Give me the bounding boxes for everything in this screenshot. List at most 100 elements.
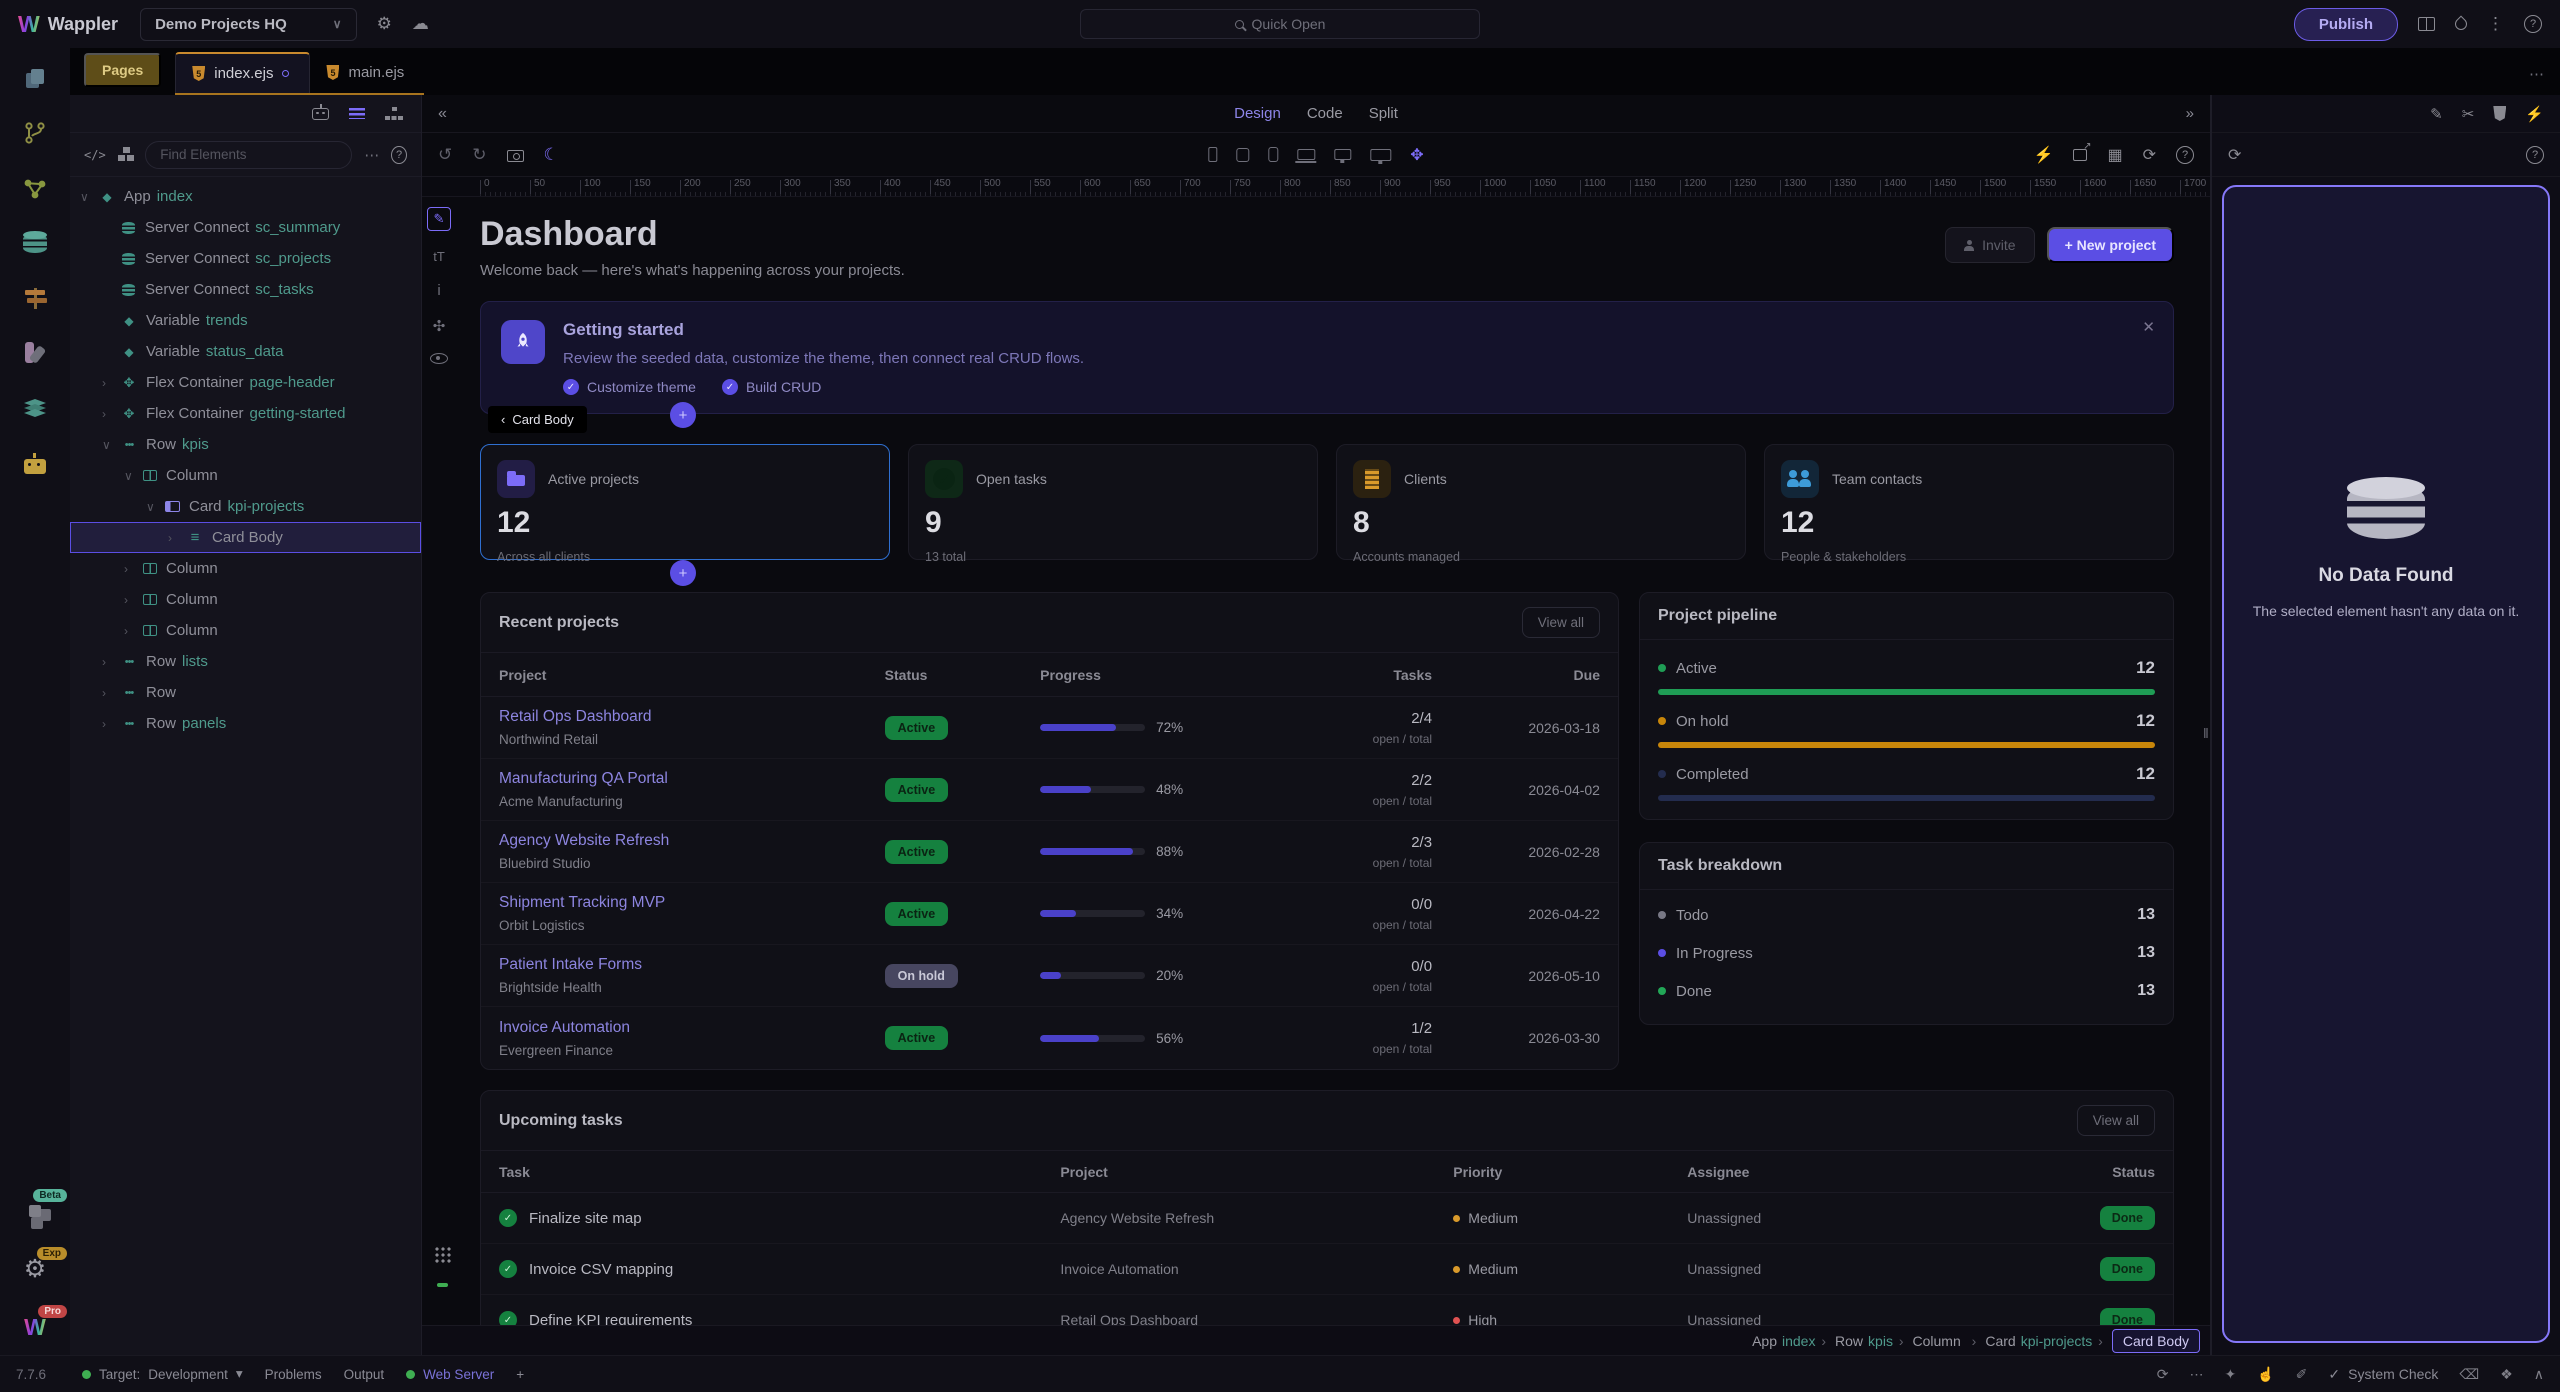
- add-element-button[interactable]: +: [670, 560, 696, 586]
- expander-icon[interactable]: ›: [124, 562, 141, 576]
- visibility-tool-icon[interactable]: [430, 353, 448, 364]
- table-row[interactable]: Invoice Automation Evergreen Finance Act…: [481, 1007, 1618, 1069]
- breadcrumb-item[interactable]: Column: [1913, 1333, 1961, 1349]
- help-icon[interactable]: ?: [2524, 15, 2542, 33]
- components-icon[interactable]: [118, 147, 134, 162]
- rail-database-icon[interactable]: [19, 229, 51, 257]
- expander-icon[interactable]: ›: [124, 593, 141, 607]
- tree-item[interactable]: › Card Body: [70, 522, 421, 553]
- expander-icon[interactable]: ›: [102, 376, 119, 390]
- edit-icon[interactable]: ✎: [2430, 105, 2443, 123]
- device-laptop-icon[interactable]: [1297, 149, 1315, 160]
- device-phone-icon[interactable]: [1208, 147, 1217, 162]
- structure-list-icon[interactable]: [349, 108, 365, 119]
- web-server-button[interactable]: Web Server: [406, 1367, 494, 1382]
- refresh-icon[interactable]: ⟳: [2228, 145, 2241, 165]
- device-desktop-icon[interactable]: [1334, 149, 1351, 160]
- kpi-card[interactable]: Clients 8 Accounts managed: [1336, 444, 1746, 560]
- find-elements-input[interactable]: [145, 141, 352, 169]
- tree-item[interactable]: Server Connect sc_projects: [70, 243, 421, 274]
- accessibility-tool-icon[interactable]: ✣: [433, 317, 446, 335]
- table-row[interactable]: Patient Intake Forms Brightside Health O…: [481, 945, 1618, 1007]
- refresh-icon[interactable]: ⟳: [2143, 145, 2156, 165]
- dark-mode-icon[interactable]: ☾: [544, 145, 559, 165]
- panel-splitter[interactable]: ‖: [2203, 725, 2210, 741]
- problems-button[interactable]: Problems: [265, 1367, 322, 1382]
- layout-panels-icon[interactable]: [2418, 17, 2435, 31]
- tree-item[interactable]: ∨ Card kpi-projects: [70, 491, 421, 522]
- sparkles-icon[interactable]: ✦: [2225, 1366, 2237, 1383]
- kpi-card[interactable]: Active projects 12 Across all clients: [480, 444, 890, 560]
- publish-button[interactable]: Publish: [2294, 8, 2398, 41]
- rail-git-icon[interactable]: [19, 119, 51, 147]
- expander-icon[interactable]: ›: [124, 624, 141, 638]
- tree-item[interactable]: › Flex Container page-header: [70, 367, 421, 398]
- bolt-icon[interactable]: ⚡: [2034, 145, 2054, 165]
- project-selector[interactable]: Demo Projects HQ ∨: [140, 8, 357, 41]
- bug-icon[interactable]: ❖: [2500, 1366, 2513, 1383]
- expander-icon[interactable]: ∨: [80, 190, 97, 204]
- move-tool-icon[interactable]: ✥: [1410, 145, 1423, 165]
- rail-layers-icon[interactable]: [19, 394, 51, 422]
- kebab-menu-icon[interactable]: ⋮: [2487, 14, 2504, 34]
- getting-started-banner[interactable]: Getting started Review the seeded data, …: [480, 301, 2174, 414]
- tree-item[interactable]: › Row: [70, 677, 421, 708]
- expander-icon[interactable]: ∨: [102, 438, 119, 452]
- add-panel-button[interactable]: +: [516, 1367, 524, 1382]
- table-row[interactable]: ✓ Invoice CSV mapping Invoice Automation…: [481, 1244, 2173, 1295]
- table-row[interactable]: Manufacturing QA Portal Acme Manufacturi…: [481, 759, 1618, 821]
- rail-workflows-icon[interactable]: [19, 174, 51, 202]
- tree-item[interactable]: Server Connect sc_summary: [70, 212, 421, 243]
- undo-icon[interactable]: ↺: [438, 145, 452, 165]
- collapse-panel-icon[interactable]: «: [438, 105, 447, 123]
- checklist-item[interactable]: ✓ Build CRUD: [722, 379, 821, 395]
- device-tablet-icon[interactable]: [1236, 148, 1249, 162]
- expander-icon[interactable]: ∨: [146, 500, 163, 514]
- text-tool-icon[interactable]: tT: [433, 249, 445, 264]
- expander-icon[interactable]: ›: [102, 407, 119, 421]
- table-row[interactable]: ✓ Finalize site map Agency Website Refre…: [481, 1193, 2173, 1244]
- project-link[interactable]: Shipment Tracking MVP: [499, 894, 885, 912]
- tree-item[interactable]: › Flex Container getting-started: [70, 398, 421, 429]
- tab-index-ejs[interactable]: 5 index.ejs: [175, 52, 310, 93]
- tab-split[interactable]: Split: [1369, 105, 1398, 122]
- grid-toggle-icon[interactable]: [434, 1246, 451, 1263]
- more-options-icon[interactable]: ⋯: [364, 146, 379, 164]
- output-button[interactable]: Output: [344, 1367, 385, 1382]
- rail-robot-icon[interactable]: [19, 449, 51, 477]
- like-icon[interactable]: ☝: [2257, 1366, 2274, 1383]
- add-element-button[interactable]: +: [670, 402, 696, 428]
- recent-projects-card[interactable]: Recent projects View all Project Status …: [480, 592, 1619, 1070]
- expander-icon[interactable]: ›: [102, 686, 119, 700]
- breadcrumb-item[interactable]: Row: [1835, 1333, 1863, 1349]
- help-icon[interactable]: ?: [2176, 146, 2194, 164]
- target-selector[interactable]: Target: Development ▾: [82, 1366, 243, 1382]
- table-row[interactable]: Agency Website Refresh Bluebird Studio A…: [481, 821, 1618, 883]
- tree-item[interactable]: › Column: [70, 615, 421, 646]
- tree-item[interactable]: › Row lists: [70, 646, 421, 677]
- rail-pages-icon[interactable]: [19, 64, 51, 92]
- tab-overflow-icon[interactable]: ⋯: [2529, 65, 2544, 83]
- ai-assistant-icon[interactable]: [312, 108, 329, 120]
- system-check-button[interactable]: ✓ System Check: [2328, 1366, 2438, 1383]
- design-canvas[interactable]: ✎ tT i ✣ Dashboard Wel: [422, 197, 2210, 1325]
- project-link[interactable]: Retail Ops Dashboard: [499, 708, 885, 726]
- tree-item[interactable]: › Column: [70, 553, 421, 584]
- tree-item[interactable]: › Column: [70, 584, 421, 615]
- project-link[interactable]: Invoice Automation: [499, 1019, 885, 1037]
- open-in-browser-icon[interactable]: [2073, 149, 2087, 161]
- screenshot-icon[interactable]: [507, 150, 524, 162]
- upcoming-tasks-card[interactable]: Upcoming tasks View all Task Project Pri…: [480, 1090, 2174, 1325]
- kpi-card[interactable]: Team contacts 12 People & stakeholders: [1764, 444, 2174, 560]
- tree-item[interactable]: › Row panels: [70, 708, 421, 739]
- table-row[interactable]: ✓ Define KPI requirements Retail Ops Das…: [481, 1295, 2173, 1325]
- help-icon[interactable]: ?: [2526, 146, 2544, 164]
- table-row[interactable]: Shipment Tracking MVP Orbit Logistics Ac…: [481, 883, 1618, 945]
- cloud-sync-icon[interactable]: ☁: [412, 14, 429, 34]
- sitemap-icon[interactable]: [385, 107, 403, 121]
- tree-item[interactable]: ∨ App index: [70, 181, 421, 212]
- breadcrumb-item[interactable]: App: [1752, 1333, 1777, 1349]
- checklist-item[interactable]: ✓ Customize theme: [563, 379, 696, 395]
- rail-pro-icon[interactable]: W Pro: [19, 1313, 51, 1341]
- tree-item[interactable]: Variable status_data: [70, 336, 421, 367]
